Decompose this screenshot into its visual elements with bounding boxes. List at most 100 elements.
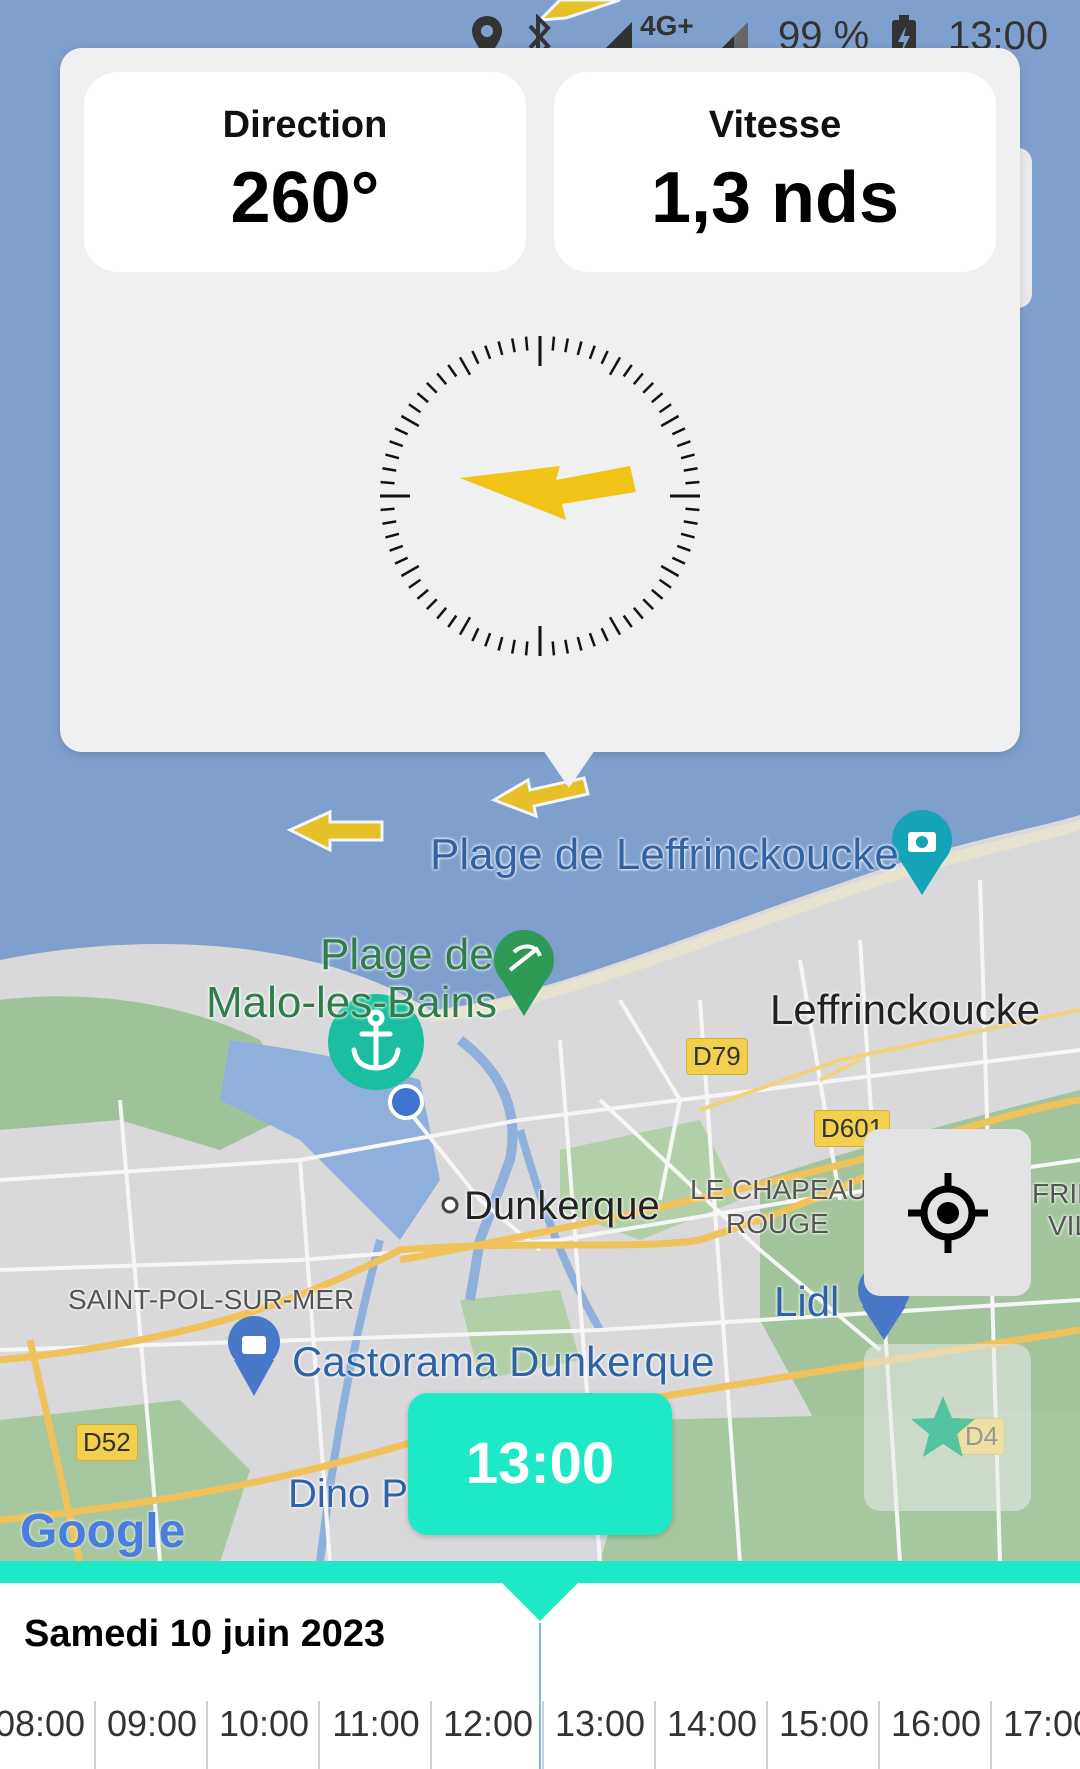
- compass-tick: [380, 480, 395, 485]
- timeline-notch: [500, 1581, 580, 1621]
- my-location-dot: [388, 1084, 424, 1120]
- map-label-leffrinckoucke: Leffrinckoucke: [770, 986, 1041, 1033]
- compass-tick: [447, 614, 458, 628]
- direction-value: 260°: [230, 158, 380, 238]
- timeline[interactable]: Samedi 10 juin 2023 08:00 09:00 10:00 11:00…: [0, 1581, 1080, 1769]
- compass-tick: [651, 392, 664, 404]
- timeline-hour[interactable]: 17:00: [992, 1703, 1080, 1745]
- current-info-popup: Direction 260° Vitesse 1,3 nds: [60, 48, 1020, 788]
- compass-tick: [524, 336, 529, 351]
- compass-tick: [651, 588, 664, 600]
- map-label-frin-1: FRIN: [1032, 1178, 1080, 1209]
- compass-tick: [622, 364, 633, 378]
- compass-tick: [425, 598, 438, 611]
- road-shield-d79: D79: [686, 1038, 748, 1075]
- compass-tick: [551, 641, 556, 656]
- compass-tick: [497, 636, 504, 651]
- compass-tick: [658, 578, 672, 589]
- compass-tick: [600, 627, 609, 642]
- timeline-hour[interactable]: 11:00: [320, 1703, 432, 1745]
- compass-tick: [382, 520, 397, 526]
- star-icon: [911, 1396, 975, 1457]
- compass-tick: [416, 588, 429, 600]
- compass-tick: [676, 544, 691, 552]
- compass-tick: [588, 345, 596, 360]
- timeline-hour[interactable]: 10:00: [208, 1703, 320, 1745]
- compass-tick: [576, 636, 583, 651]
- speed-card: Vitesse 1,3 nds: [554, 72, 996, 272]
- compass-tick: [447, 364, 458, 378]
- compass-tick: [680, 453, 695, 460]
- compass-tick: [394, 427, 409, 436]
- compass-tick: [484, 345, 492, 360]
- map-label-lidl: Lidl: [774, 1278, 840, 1325]
- compass-tick: [642, 598, 655, 611]
- google-logo: Google: [20, 1505, 186, 1558]
- compass-tick: [471, 350, 480, 365]
- compass-tick: [685, 507, 700, 512]
- compass-tick: [564, 639, 570, 654]
- speed-label: Vitesse: [708, 104, 842, 146]
- compass-tick: [564, 338, 570, 353]
- my-location-button[interactable]: [864, 1129, 1031, 1296]
- compass-tick: [608, 356, 622, 376]
- compass-tick: [436, 607, 448, 620]
- network-type: 4G+: [640, 10, 694, 41]
- compass-tick: [660, 564, 680, 578]
- map-label-plage-leffrinckoucke: Plage de Leffrinckoucke: [430, 830, 899, 879]
- map-label-saint-pol: SAINT-POL-SUR-MER: [68, 1284, 355, 1315]
- map-label-plage-malo-1: Plage de: [320, 930, 494, 979]
- compass-dial: [380, 336, 700, 656]
- timeline-hour[interactable]: 08:00: [0, 1703, 96, 1745]
- speed-value: 1,3 nds: [650, 158, 900, 238]
- compass-tick: [389, 544, 404, 552]
- compass-tick: [380, 507, 395, 512]
- map-label-chapeau-1: LE CHAPEAU: [690, 1174, 868, 1205]
- compass-tick: [683, 466, 698, 472]
- map-label-dino: Dino P: [288, 1472, 409, 1516]
- map-label-chapeau-2: ROUGE: [726, 1208, 829, 1239]
- compass-tick: [458, 356, 472, 376]
- compass-arrow-icon: [460, 466, 636, 520]
- road-shield-d52: D52: [76, 1424, 138, 1461]
- compass-tick: [389, 440, 404, 448]
- compass-tick: [660, 414, 680, 428]
- crosshair-icon: [908, 1173, 988, 1253]
- compass-tick: [484, 632, 492, 647]
- direction-label: Direction: [222, 104, 388, 146]
- selected-time-badge[interactable]: 13:00: [408, 1393, 672, 1535]
- compass-tick: [658, 403, 672, 414]
- compass-tick: [400, 564, 420, 578]
- compass-tick: [416, 392, 429, 404]
- compass-tick: [683, 520, 698, 526]
- compass-tick: [436, 372, 448, 385]
- compass-tick: [685, 480, 700, 485]
- compass-tick: [400, 414, 420, 428]
- compass-tick: [671, 427, 686, 436]
- compass-tick: [385, 453, 400, 460]
- timeline-hour[interactable]: 15:00: [768, 1703, 880, 1745]
- compass-tick: [524, 641, 529, 656]
- compass-tick: [394, 556, 409, 565]
- timeline-date: Samedi 10 juin 2023: [24, 1613, 386, 1655]
- compass-tick: [632, 607, 644, 620]
- compass-tick: [382, 466, 397, 472]
- compass-tick: [676, 440, 691, 448]
- compass-tick: [632, 372, 644, 385]
- compass-tick: [588, 632, 596, 647]
- compass-tick: [576, 341, 583, 356]
- favorite-button[interactable]: [864, 1344, 1031, 1511]
- compass-tick: [608, 616, 622, 636]
- popup-pointer: [539, 744, 599, 788]
- timeline-hour[interactable]: 09:00: [96, 1703, 208, 1745]
- map-label-frin-2: VIL: [1048, 1210, 1080, 1241]
- timeline-hour[interactable]: 14:00: [656, 1703, 768, 1745]
- map-label-castorama: Castorama Dunkerque: [292, 1338, 715, 1385]
- timeline-hour[interactable]: 13:00: [544, 1703, 656, 1745]
- map-label-dunkerque: Dunkerque: [464, 1184, 660, 1228]
- timeline-hour[interactable]: 16:00: [880, 1703, 992, 1745]
- compass-tick: [497, 341, 504, 356]
- map-label-plage-malo-2: Malo-les-Bains: [206, 978, 497, 1027]
- compass-tick: [510, 639, 516, 654]
- timeline-hour[interactable]: 12:00: [432, 1703, 544, 1745]
